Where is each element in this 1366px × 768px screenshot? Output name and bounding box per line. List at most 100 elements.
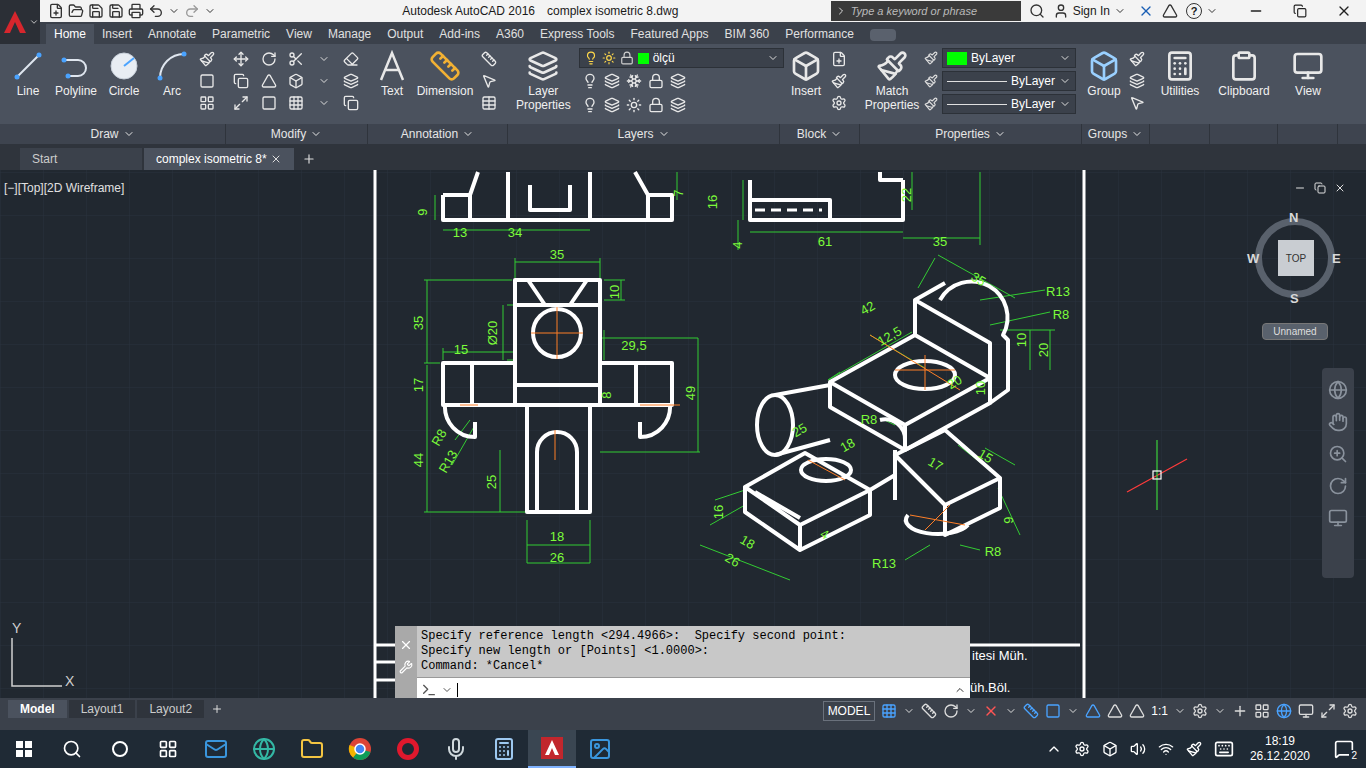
- command-grip[interactable]: [395, 626, 417, 698]
- insert-tool[interactable]: Insert: [784, 44, 828, 124]
- outline[interactable]: [445, 405, 670, 437]
- application-menu[interactable]: [0, 0, 40, 44]
- viewport-controls[interactable]: [−][Top][2D Wireframe]: [4, 179, 124, 197]
- volume-icon[interactable]: [1130, 741, 1146, 757]
- annotation-small[interactable]: [478, 92, 500, 114]
- ribbon-tab[interactable]: Featured Apps: [623, 24, 717, 44]
- taskbar-app[interactable]: [528, 730, 576, 768]
- dimension-text[interactable]: R8: [428, 427, 449, 449]
- draw-tool[interactable]: Circle: [100, 44, 148, 124]
- dimension-text[interactable]: 44: [411, 453, 426, 467]
- qat-dropdown-icon[interactable]: [204, 5, 216, 17]
- modify-tool[interactable]: [313, 70, 335, 92]
- block-small[interactable]: [828, 70, 850, 92]
- dimension-text[interactable]: 4: [818, 526, 832, 543]
- units-icon[interactable]: [1254, 703, 1270, 719]
- group-tool[interactable]: Group: [1082, 44, 1126, 124]
- layer-dropdown[interactable]: ölçü: [579, 48, 784, 68]
- orbit-icon[interactable]: [1328, 476, 1348, 496]
- grid-icon[interactable]: [881, 703, 897, 719]
- drawing-area[interactable]: 913347164613522351035Ø201529,517849R8R13…: [0, 170, 1366, 698]
- osnap-icon[interactable]: [1045, 703, 1061, 719]
- annotation-visibility-icon[interactable]: [1107, 703, 1123, 719]
- ribbon-tab[interactable]: Home: [46, 24, 94, 44]
- layer-tool[interactable]: [601, 94, 623, 116]
- user-icon[interactable]: [1053, 3, 1069, 19]
- viewcube-face[interactable]: TOP: [1278, 240, 1314, 276]
- dimension-text[interactable]: 42: [857, 298, 877, 318]
- ribbon-tab[interactable]: Output: [379, 24, 431, 44]
- layer-tool[interactable]: [623, 70, 645, 92]
- modify-tool[interactable]: [340, 70, 362, 92]
- scale-dropdown-icon[interactable]: [1174, 705, 1186, 717]
- annotation-scale-icon[interactable]: [1085, 703, 1101, 719]
- new-icon[interactable]: [48, 3, 64, 19]
- modify-tool[interactable]: [285, 70, 307, 92]
- search-field[interactable]: Type a keyword or phrase: [831, 1, 1021, 21]
- dimension-text[interactable]: 4: [730, 241, 745, 248]
- dimension-tool[interactable]: Dimension: [412, 44, 478, 124]
- network-icon[interactable]: [1158, 741, 1174, 757]
- polar-dropdown-icon[interactable]: [965, 705, 977, 717]
- modify-tool[interactable]: [285, 48, 307, 70]
- sign-in-dropdown-icon[interactable]: [1114, 5, 1126, 17]
- iso-dropdown-icon[interactable]: [1005, 705, 1017, 717]
- keyboard-icon[interactable]: [1214, 739, 1234, 759]
- draw-tool[interactable]: Polyline: [52, 44, 100, 124]
- modify-tool[interactable]: [313, 48, 335, 70]
- panel-title[interactable]: Modify: [226, 124, 368, 144]
- draw-tool[interactable]: Arc: [148, 44, 196, 124]
- exchange-icon[interactable]: [1138, 3, 1154, 19]
- tray-app-icon[interactable]: [1074, 741, 1090, 757]
- outline[interactable]: [880, 419, 905, 440]
- dimension-text[interactable]: 29,5: [621, 338, 646, 353]
- layer-tool[interactable]: [579, 94, 601, 116]
- recent-commands-icon[interactable]: [441, 684, 453, 696]
- panel-title[interactable]: Annotation: [368, 124, 508, 144]
- dimension-text[interactable]: 26: [723, 550, 743, 570]
- modify-tool[interactable]: [340, 92, 362, 114]
- panel-title[interactable]: Properties: [860, 124, 1082, 144]
- redo-icon[interactable]: [184, 3, 200, 19]
- property-dropdown[interactable]: ByLayer: [942, 71, 1076, 91]
- help-dropdown-icon[interactable]: [1206, 5, 1218, 17]
- modify-tool[interactable]: [230, 48, 252, 70]
- model-space-button[interactable]: MODEL: [823, 701, 876, 721]
- dimension-text[interactable]: 18: [738, 532, 758, 552]
- clean-screen-icon[interactable]: [1320, 703, 1336, 719]
- dimension-text[interactable]: R13: [1046, 284, 1070, 299]
- dimension-text[interactable]: R13: [872, 556, 896, 571]
- undo-icon[interactable]: [148, 3, 164, 19]
- polar-icon[interactable]: [943, 703, 959, 719]
- hardware-accel-icon[interactable]: [1298, 703, 1314, 719]
- dimension-text[interactable]: R8: [1053, 307, 1070, 322]
- dimension-text[interactable]: 12,5: [875, 323, 904, 349]
- minimize-viewport-icon[interactable]: [1294, 182, 1306, 194]
- open-icon[interactable]: [68, 3, 84, 19]
- outline[interactable]: [775, 385, 830, 455]
- isodraft-icon[interactable]: [983, 703, 999, 719]
- ribbon-tab[interactable]: Express Tools: [532, 24, 622, 44]
- notification-center[interactable]: 2: [1326, 734, 1362, 764]
- undo-dropdown-icon[interactable]: [168, 5, 180, 17]
- close-tab-icon[interactable]: [270, 153, 282, 165]
- panel-title[interactable]: Groups: [1082, 124, 1150, 144]
- dimension-text[interactable]: 35: [550, 247, 564, 262]
- layer-tool[interactable]: [645, 70, 667, 92]
- ribbon-tab[interactable]: A360: [488, 24, 532, 44]
- layer-tool[interactable]: [579, 70, 601, 92]
- help-button[interactable]: ?: [1186, 3, 1202, 19]
- layer-tool[interactable]: [601, 70, 623, 92]
- dimension-text[interactable]: 25: [484, 475, 499, 489]
- task-view-button[interactable]: [144, 730, 192, 768]
- tray-battery-icon[interactable]: [1102, 741, 1118, 757]
- layout-tab[interactable]: Layout2: [137, 700, 204, 718]
- file-tab[interactable]: complex isometric 8*: [144, 148, 294, 170]
- iso-boss[interactable]: [757, 395, 793, 455]
- ribbon-tab[interactable]: Performance: [777, 24, 862, 44]
- modify-tool[interactable]: [340, 48, 362, 70]
- outline[interactable]: [830, 335, 990, 450]
- customize-icon[interactable]: [399, 660, 413, 674]
- new-layout-button[interactable]: [206, 700, 228, 718]
- panel-title[interactable]: [1150, 124, 1210, 144]
